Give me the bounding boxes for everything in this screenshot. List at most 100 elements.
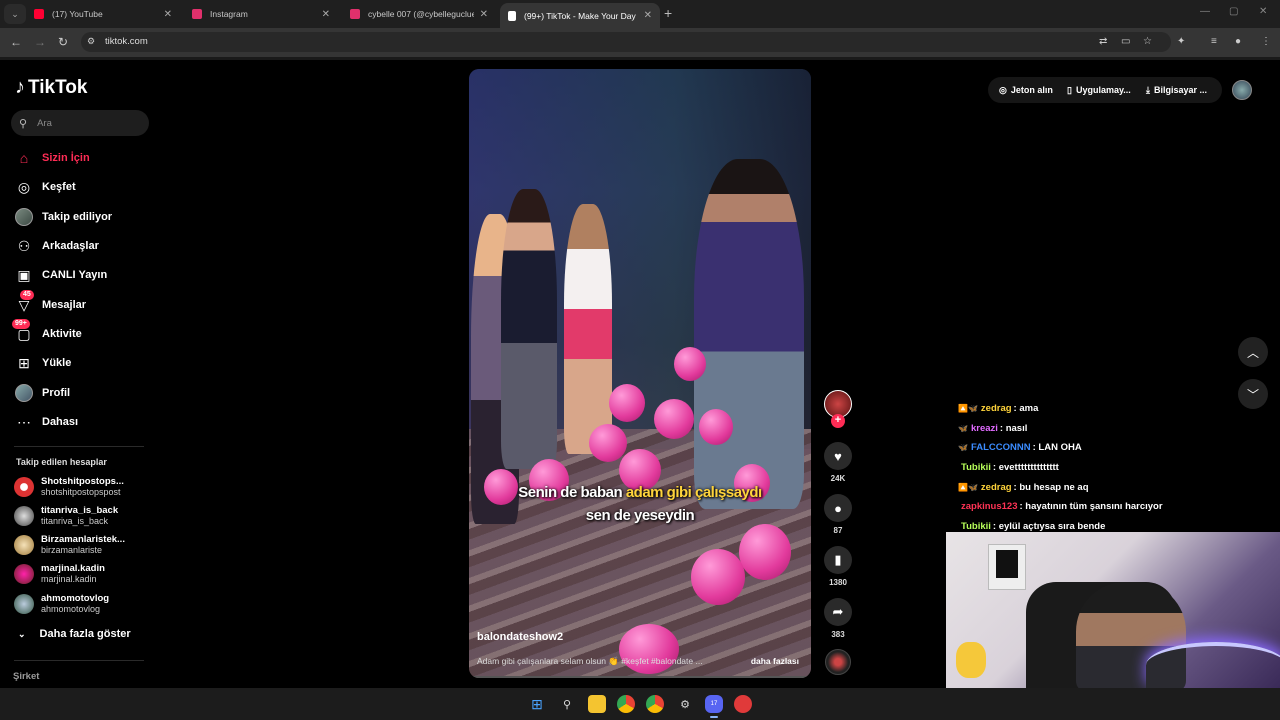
music-disc-icon[interactable] [825, 649, 851, 675]
file-explorer-icon[interactable] [588, 695, 606, 713]
nav-activity[interactable]: ▢ 99+ Aktivite [12, 319, 82, 345]
company-link[interactable]: Şirket [13, 671, 39, 682]
followed-account[interactable]: titanriva_is_back titanriva_is_back [14, 505, 118, 527]
video-author[interactable]: balondateshow2 [477, 631, 563, 643]
follow-button[interactable]: + [831, 414, 845, 428]
nav-live[interactable]: ▣ CANLI Yayın [14, 264, 107, 286]
like-action[interactable]: ♥ 24K [824, 442, 852, 483]
nav-messages[interactable]: ▽ 45 Mesajlar [14, 290, 86, 316]
menu-kebab-icon[interactable]: ⋮ [1261, 36, 1271, 47]
windows-start-icon[interactable]: ⊞ [528, 695, 546, 713]
desktop-app-label: Bilgisayar ... [1153, 85, 1208, 95]
balloon [739, 524, 791, 580]
url-field[interactable] [81, 32, 1171, 52]
nav-more[interactable]: ⋯ Dahası [14, 411, 78, 433]
close-tab-icon[interactable]: ✕ [644, 10, 652, 21]
nav-following[interactable]: Takip ediliyor [14, 206, 112, 228]
chat-user: zedrag [980, 403, 1012, 415]
tab-search-button[interactable]: ⌄ [4, 4, 26, 24]
chat-message: 🦋 kreazi: nasıl [958, 419, 1278, 439]
app-icon[interactable] [734, 695, 752, 713]
nav-profile[interactable]: Profil [14, 382, 70, 404]
account-avatar [14, 564, 34, 584]
balloon [654, 399, 694, 439]
previous-video-button[interactable]: ︿ [1238, 337, 1268, 367]
share-icon[interactable]: ➦ [824, 598, 852, 626]
minimize-icon[interactable]: — [1200, 6, 1210, 17]
chat-user: zapkinus123 [961, 501, 1018, 513]
chat-user: Tubikii [961, 520, 991, 532]
settings-icon[interactable]: ⚙ [676, 695, 694, 713]
video-caption-line2: sen de yeseydin [585, 507, 695, 524]
chat-text: : bu hesap ne aq [1013, 481, 1089, 493]
friends-icon: ⚇ [17, 237, 31, 254]
balloon [609, 384, 645, 422]
tab-youtube[interactable]: (17) YouTube ✕ [26, 4, 180, 24]
instagram-favicon-icon [350, 9, 360, 19]
sidebar-divider [14, 446, 144, 447]
tiktok-favicon-icon [508, 10, 516, 21]
cast-icon[interactable]: ▭ [1121, 36, 1130, 47]
forward-icon[interactable]: → [34, 35, 46, 49]
upload-icon: ⊞ [18, 354, 30, 371]
show-more-button[interactable]: ⌄ Daha fazla göster [18, 628, 131, 640]
comment-icon[interactable]: ● [824, 494, 852, 522]
close-tab-icon[interactable]: ✕ [480, 9, 488, 20]
video-more-link[interactable]: daha fazlası [751, 656, 799, 666]
tiktok-logo[interactable]: ♪ TikTok [15, 76, 87, 99]
bookmark-icon[interactable]: ▮ [824, 546, 852, 574]
translate-icon[interactable]: ⇄ [1099, 36, 1107, 47]
site-info-icon[interactable]: ⚙ [87, 36, 95, 47]
search-icon[interactable]: ⚲ [558, 695, 576, 713]
nav-upload[interactable]: ⊞ Yükle [14, 352, 71, 374]
chat-text: : hayatının tüm şansını harcıyor [1019, 501, 1163, 513]
chat-message: 🔼🦋 zedrag: bu hesap ne aq [958, 477, 1278, 497]
followed-account[interactable]: marjinal.kadin marjinal.kadin [14, 563, 105, 585]
nav-for-you[interactable]: ⌂ Sizin İçin [14, 147, 90, 169]
nav-explore[interactable]: ◎ Keşfet [14, 176, 76, 198]
followed-account[interactable]: ahmomotovlog ahmomotovlog [14, 593, 109, 615]
save-action[interactable]: ▮ 1380 [824, 546, 852, 587]
video-progress-bar[interactable] [469, 676, 811, 678]
comment-action[interactable]: ● 87 [824, 494, 852, 535]
plush-toy [956, 642, 986, 678]
extensions-icon[interactable]: ✦ [1177, 36, 1185, 47]
url-text[interactable]: tiktok.com [105, 36, 148, 47]
nav-friends[interactable]: ⚇ Arkadaşlar [14, 235, 99, 257]
chrome-icon[interactable] [617, 695, 635, 713]
user-avatar[interactable] [1232, 80, 1252, 100]
back-icon[interactable]: ← [10, 35, 22, 49]
stream-chat: 🔼🦋 zedrag: ama 🦋 kreazi: nasıl 🦋 FALCCONNN:… [958, 399, 1278, 536]
followed-account[interactable]: Shotshitpostops... shotshitpostopspost [14, 476, 124, 498]
chrome-alt-icon[interactable] [646, 695, 664, 713]
tab-tiktok[interactable]: (99+) TikTok - Make Your Day ✕ [500, 3, 660, 28]
share-action[interactable]: ➦ 383 [824, 598, 852, 639]
desktop-app-button[interactable]: ⤓ Bilgisayar ... [1146, 79, 1207, 101]
heart-icon[interactable]: ♥ [824, 442, 852, 470]
get-app-button[interactable]: ▯ Uygulamay... [1067, 79, 1131, 101]
tab-instagram[interactable]: Instagram ✕ [184, 4, 338, 24]
nav-label: CANLI Yayın [42, 269, 108, 281]
maximize-icon[interactable]: ▢ [1229, 6, 1238, 17]
taskbar [0, 688, 1280, 720]
chat-message: 🦋 FALCCONNN: LAN OHA [958, 438, 1278, 458]
get-coins-button[interactable]: ◎ Jeton alın [999, 79, 1053, 101]
chat-text: : evetttttttttttttt [992, 462, 1059, 474]
close-tab-icon[interactable]: ✕ [164, 9, 172, 20]
video-player[interactable]: Senin de baban adam gibi çalışsaydı sen … [469, 69, 811, 678]
bookmark-star-icon[interactable]: ☆ [1143, 36, 1152, 47]
balloon [691, 549, 745, 605]
new-tab-icon[interactable]: + [664, 5, 672, 21]
home-icon: ⌂ [19, 150, 29, 166]
reload-icon[interactable]: ↻ [58, 35, 68, 49]
discord-icon[interactable]: 17 [705, 695, 723, 713]
balloon [674, 347, 706, 381]
tab-cybelle[interactable]: cybelle 007 (@cybellegucluer) • ✕ [342, 4, 496, 24]
media-icon[interactable]: ≡ [1211, 36, 1217, 47]
nav-label: Takip ediliyor [42, 211, 113, 223]
close-tab-icon[interactable]: ✕ [322, 9, 330, 20]
followed-account[interactable]: Birzamanlaristek... birzamanlariste [14, 534, 125, 556]
search-input[interactable]: ⚲ Ara [11, 110, 149, 136]
profile-icon[interactable]: ● [1235, 36, 1241, 47]
close-window-icon[interactable]: ✕ [1259, 6, 1267, 17]
